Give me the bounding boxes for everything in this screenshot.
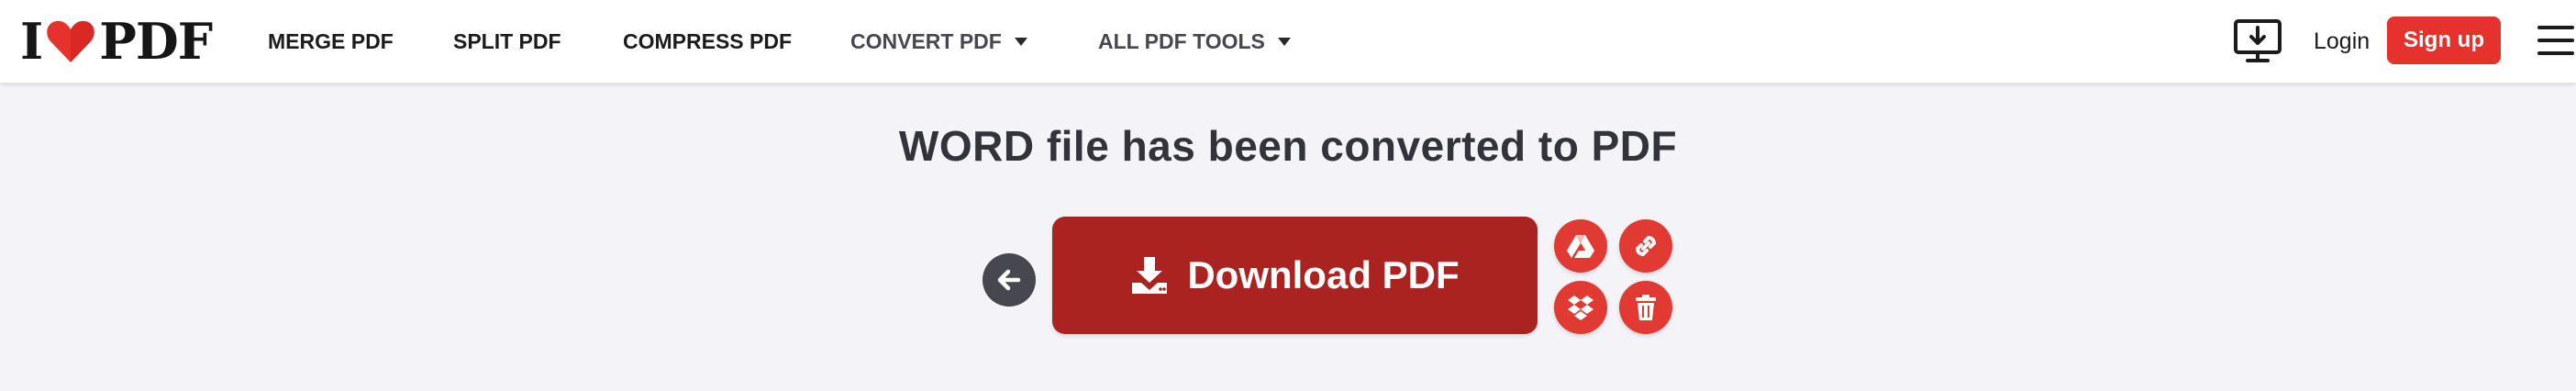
caret-down-icon <box>1014 37 1027 46</box>
download-pdf-label: Download PDF <box>1187 253 1460 296</box>
nav-merge-pdf[interactable]: MERGE PDF <box>268 0 394 83</box>
ilovepdf-logo[interactable]: I PDF <box>20 12 213 71</box>
download-pdf-button[interactable]: Download PDF <box>1052 217 1538 334</box>
heart-icon <box>47 20 95 62</box>
download-icon <box>1132 257 1168 294</box>
signup-button[interactable]: Sign up <box>2387 17 2501 64</box>
google-drive-icon <box>1567 235 1594 258</box>
back-button[interactable] <box>983 253 1036 307</box>
hamburger-menu-icon[interactable] <box>2537 26 2576 55</box>
save-to-dropbox-button[interactable] <box>1554 281 1607 334</box>
copy-link-button[interactable] <box>1619 219 1672 273</box>
caret-down-icon <box>1277 37 1291 46</box>
dropbox-icon <box>1568 296 1593 320</box>
nav-all-pdf-tools-dropdown[interactable]: ALL PDF TOOLS <box>1098 0 1291 83</box>
nav-convert-pdf-label: CONVERT PDF <box>850 28 1002 53</box>
page-title: WORD file has been converted to PDF <box>898 122 1678 170</box>
save-to-google-drive-button[interactable] <box>1554 219 1607 273</box>
nav-convert-pdf-dropdown[interactable]: CONVERT PDF <box>850 0 1027 83</box>
login-link[interactable]: Login <box>2314 0 2370 83</box>
trash-icon <box>1636 295 1656 320</box>
arrow-left-icon <box>997 269 1021 291</box>
nav-all-pdf-tools-label: ALL PDF TOOLS <box>1098 28 1265 53</box>
desktop-download-icon[interactable] <box>2233 18 2282 64</box>
logo-suffix: PDF <box>99 12 213 71</box>
nav-compress-pdf[interactable]: COMPRESS PDF <box>623 0 792 83</box>
nav-split-pdf[interactable]: SPLIT PDF <box>453 0 561 83</box>
top-navbar: I PDF MERGE PDF SPLIT PDF COMPRESS PDF C… <box>0 0 2576 83</box>
delete-file-button[interactable] <box>1619 281 1672 334</box>
logo-prefix: I <box>20 12 43 71</box>
link-icon <box>1635 235 1657 257</box>
